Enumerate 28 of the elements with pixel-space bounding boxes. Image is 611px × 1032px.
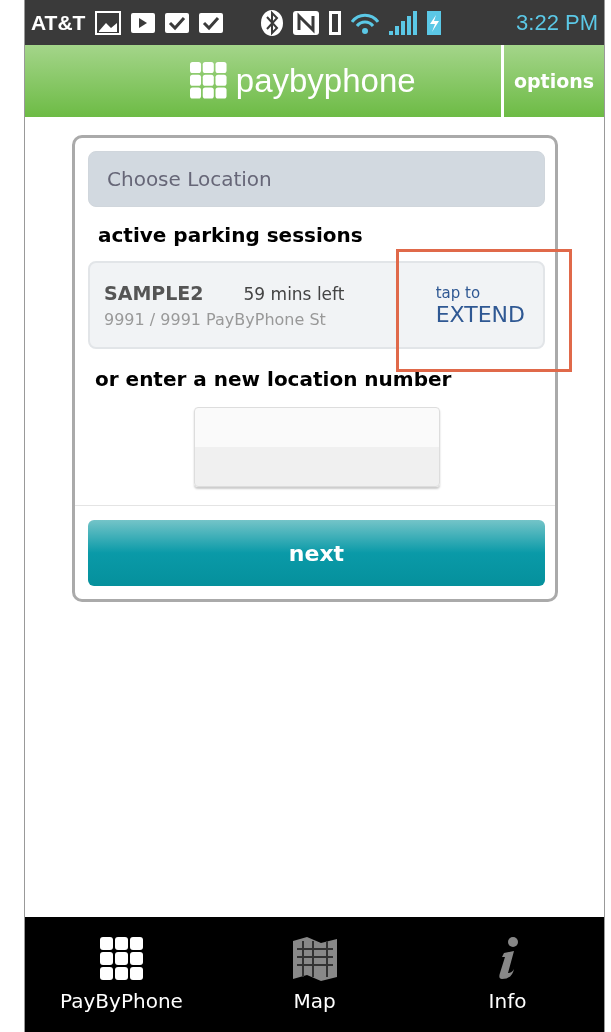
check-bag-icon bbox=[165, 12, 190, 33]
nav-tab[interactable]: Map bbox=[218, 917, 411, 1032]
bluetooth-icon bbox=[261, 9, 284, 36]
map-icon bbox=[290, 936, 339, 981]
logo-icon bbox=[190, 62, 228, 100]
wifi-icon bbox=[351, 11, 380, 34]
carrier-name: AT&T bbox=[31, 10, 86, 35]
nfc-icon bbox=[293, 10, 320, 35]
session-address: 9991 / 9991 PayByPhone St bbox=[104, 309, 327, 329]
section-heading: or enter a new location number bbox=[95, 367, 453, 391]
check-bag-icon bbox=[199, 12, 224, 33]
vibrate-icon bbox=[329, 10, 342, 35]
section-heading: active parking sessions bbox=[98, 223, 364, 247]
location-number-field[interactable] bbox=[193, 407, 440, 487]
time-left: 59 mins left bbox=[243, 283, 345, 304]
keypad-icon bbox=[99, 936, 144, 981]
signal-icon bbox=[389, 10, 418, 35]
parking-session[interactable]: SAMPLE2 59 mins left 9991 / 9991 PayByPhone St tap to EXTEND bbox=[88, 261, 545, 349]
clock-time: 3:22 PM bbox=[516, 9, 598, 36]
play-bag-icon bbox=[131, 12, 156, 33]
extend-button[interactable]: tap to EXTEND bbox=[435, 283, 525, 327]
location-field[interactable]: Choose Location bbox=[88, 151, 545, 207]
nav-tab[interactable]: Info bbox=[411, 917, 604, 1032]
session-name: SAMPLE2 bbox=[104, 281, 204, 304]
nav-tab[interactable]: PayByPhone bbox=[25, 917, 218, 1032]
app-logo: paybyphone bbox=[235, 62, 416, 100]
image-icon bbox=[95, 10, 122, 35]
battery-icon bbox=[427, 10, 442, 35]
